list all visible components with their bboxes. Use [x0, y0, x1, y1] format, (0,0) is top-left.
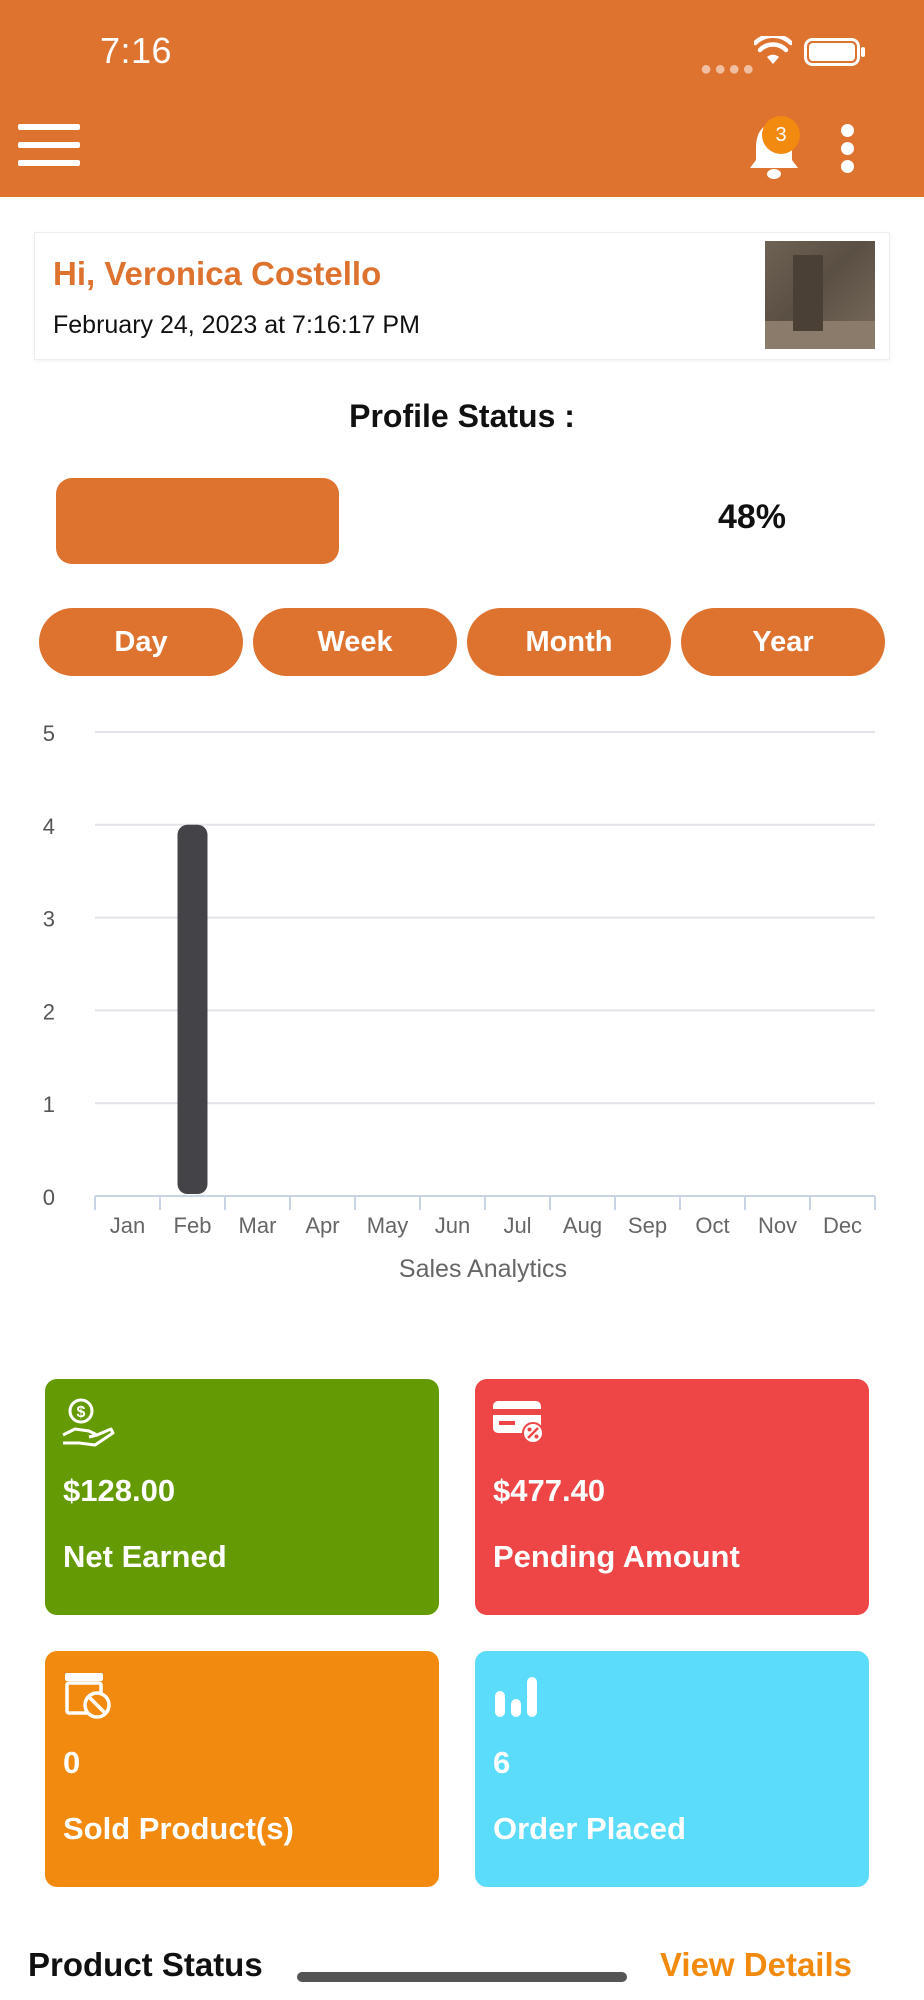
net-earned-card[interactable]: $ $128.00 Net Earned	[45, 1379, 439, 1615]
order-placed-value: 6	[493, 1745, 511, 1780]
battery-icon	[804, 38, 865, 66]
cellular-signal-icon: ●●●●	[700, 58, 757, 80]
tab-week[interactable]: Week	[253, 608, 457, 676]
pending-amount-label: Pending Amount	[493, 1539, 740, 1574]
profile-progress-percent: 48%	[717, 498, 787, 536]
view-details-link[interactable]: View Details	[660, 1946, 852, 1984]
app-header: 7:16 ●●●● 3	[0, 0, 924, 197]
chart-x-tick-label: Aug	[563, 1213, 602, 1238]
tab-year[interactable]: Year	[681, 608, 885, 676]
wifi-icon	[754, 36, 792, 64]
pending-amount-card[interactable]: $477.40 Pending Amount	[475, 1379, 869, 1615]
greeting-datetime: February 24, 2023 at 7:16:17 PM	[53, 311, 420, 339]
chart-x-tick-label: Nov	[758, 1213, 797, 1238]
bar-chart-icon	[495, 1677, 537, 1717]
order-placed-card[interactable]: 6 Order Placed	[475, 1651, 869, 1887]
chart-y-tick-label: 1	[43, 1092, 55, 1117]
svg-text:$: $	[77, 1404, 86, 1421]
home-indicator	[297, 1972, 627, 1982]
tab-month[interactable]: Month	[467, 608, 671, 676]
profile-progress-bar	[56, 478, 646, 564]
sold-products-card[interactable]: 0 Sold Product(s)	[45, 1651, 439, 1887]
chart-bar-feb[interactable]	[177, 824, 208, 1194]
chart-x-tick-label: Apr	[305, 1213, 339, 1238]
profile-progress-fill	[56, 478, 340, 564]
chart-y-tick-label: 2	[43, 999, 55, 1024]
avatar[interactable]	[765, 241, 875, 349]
product-status-title: Product Status	[28, 1946, 263, 1983]
profile-status-title: Profile Status :	[349, 398, 575, 434]
chart-x-axis-label: Sales Analytics	[399, 1255, 567, 1283]
sold-products-label: Sold Product(s)	[63, 1811, 294, 1846]
chart-x-tick-label: Feb	[174, 1213, 212, 1238]
pending-amount-value: $477.40	[493, 1473, 606, 1508]
card-percent-icon	[493, 1401, 544, 1444]
status-time: 7:16	[100, 30, 173, 71]
chart-x-tick-label: Mar	[239, 1213, 277, 1238]
more-options-icon[interactable]	[838, 124, 858, 174]
net-earned-label: Net Earned	[63, 1539, 227, 1574]
net-earned-value: $128.00	[63, 1473, 176, 1508]
chart-y-tick-label: 5	[43, 721, 55, 746]
notification-count-badge: 3	[762, 116, 800, 154]
chart-x-tick-label: Jul	[503, 1213, 531, 1238]
product-cancel-icon	[65, 1673, 111, 1719]
sold-products-value: 0	[63, 1745, 81, 1780]
sales-analytics-chart: Sales Analytics 0 1 2 3 4 5 Jan Feb Mar Apr May Jun…	[43, 721, 876, 1283]
chart-y-tick-label: 4	[43, 814, 55, 839]
chart-x-tick-label: Dec	[823, 1213, 862, 1238]
chart-y-tick-label: 0	[43, 1185, 55, 1210]
chart-x-tick-label: Jan	[110, 1213, 145, 1238]
order-placed-label: Order Placed	[493, 1811, 686, 1846]
chart-x-tick-label: May	[367, 1213, 409, 1238]
chart-x-tick-label: Jun	[435, 1213, 470, 1238]
chart-x-tick-label: Oct	[695, 1213, 729, 1238]
tab-day[interactable]: Day	[39, 608, 243, 676]
hamburger-menu-icon[interactable]	[18, 124, 80, 170]
chart-y-tick-label: 3	[43, 907, 55, 932]
greeting-name: Hi, Veronica Costello	[53, 255, 382, 292]
chart-x-tick-label: Sep	[628, 1213, 667, 1238]
greeting-card: Hi, Veronica Costello February 24, 2023 …	[34, 232, 890, 360]
money-hand-icon: $	[62, 1398, 115, 1447]
